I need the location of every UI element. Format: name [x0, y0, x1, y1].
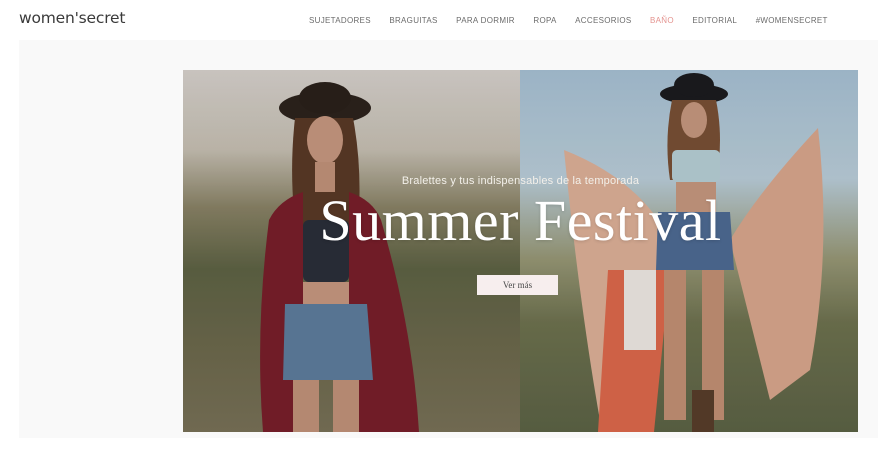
site-header: women'secret SUJETADORES BRAGUITAS PARA …: [0, 0, 878, 40]
nav-item-ropa[interactable]: ROPA: [533, 16, 556, 25]
hero-title: Summer Festival: [319, 188, 722, 253]
nav-item-accesorios[interactable]: ACCESORIOS: [575, 16, 631, 25]
ver-mas-button[interactable]: Ver más: [477, 275, 558, 295]
nav-item-editorial[interactable]: EDITORIAL: [692, 16, 737, 25]
nav-item-womensecret[interactable]: #WOMENSECRET: [756, 16, 828, 25]
nav-item-para-dormir[interactable]: PARA DORMIR: [456, 16, 515, 25]
nav-item-braguitas[interactable]: BRAGUITAS: [389, 16, 437, 25]
hero-subtitle: Bralettes y tus indispensables de la tem…: [401, 175, 640, 187]
hero-banner[interactable]: Bralettes y tus indispensables de la tem…: [183, 70, 858, 432]
brand-logo[interactable]: women'secret: [19, 9, 125, 27]
nav-item-sujetadores[interactable]: SUJETADORES: [309, 16, 371, 25]
nav-item-bano[interactable]: BAÑO: [650, 16, 674, 25]
main-nav: SUJETADORES BRAGUITAS PARA DORMIR ROPA A…: [309, 16, 846, 25]
